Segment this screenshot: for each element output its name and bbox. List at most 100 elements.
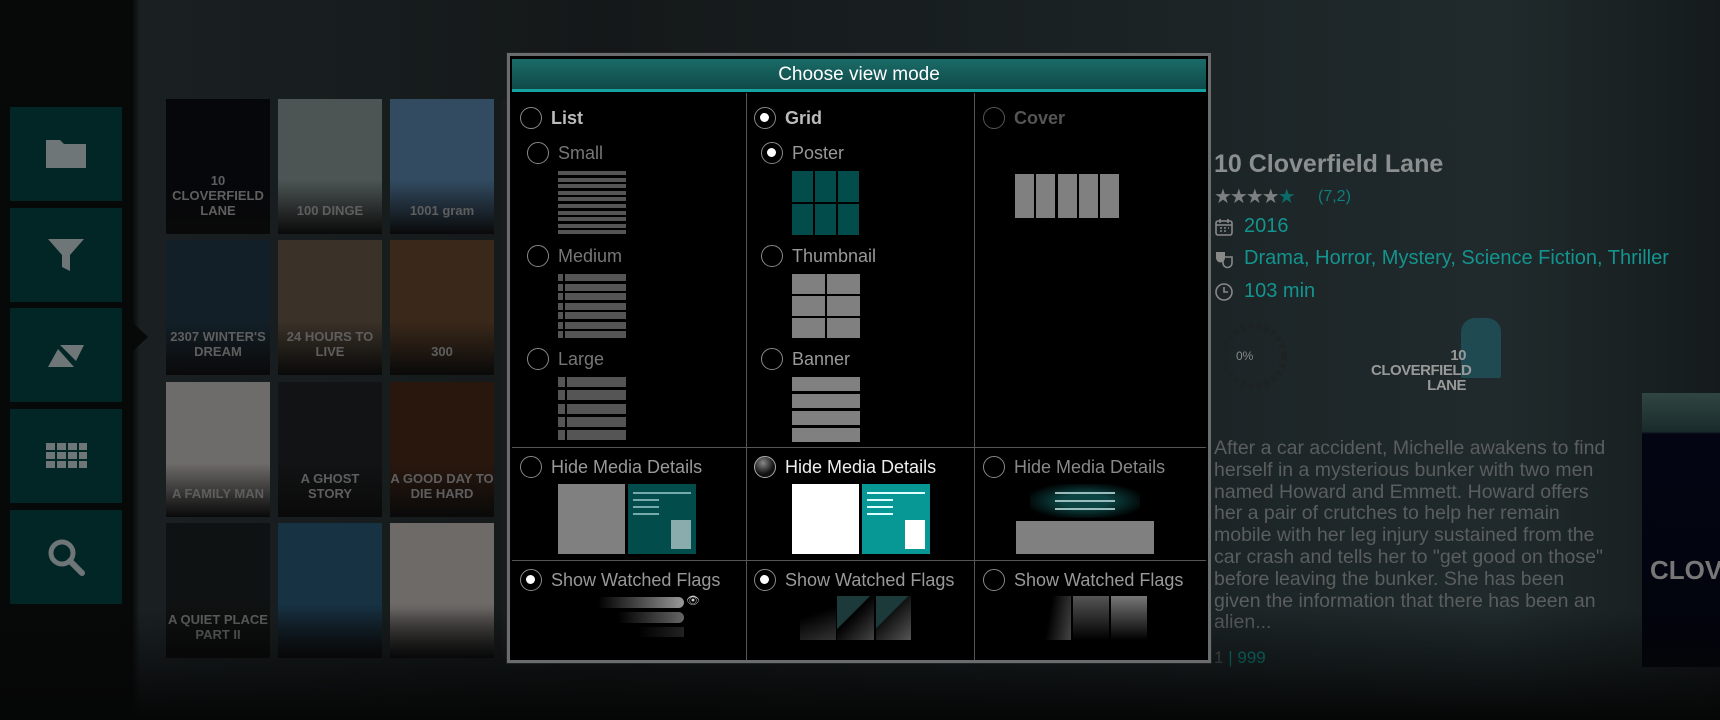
- grid-icon: [46, 443, 87, 468]
- preview-block: [792, 296, 825, 316]
- option-label: Poster: [792, 142, 845, 163]
- preview-block: [567, 430, 626, 441]
- eye-icon: 👁: [686, 595, 700, 607]
- plot-text: After a car accident, Michelle awakens t…: [1214, 437, 1606, 633]
- option-list[interactable]: List: [520, 107, 583, 129]
- radio: [527, 245, 549, 267]
- preview-block: [558, 217, 626, 222]
- option-label: Medium: [558, 245, 623, 266]
- cover-watched-preview-icon: [1015, 596, 1155, 644]
- poster-item[interactable]: 300: [390, 240, 494, 375]
- poster-title: A FAMILY MAN: [172, 486, 264, 501]
- list-large-preview-icon: [558, 377, 626, 442]
- search-icon: [48, 539, 85, 576]
- option-list-hide-media-details[interactable]: Hide Media Details: [520, 456, 702, 478]
- poster-item[interactable]: 2307 WINTER'S DREAM: [166, 240, 270, 375]
- option-grid-poster[interactable]: Poster: [761, 142, 844, 164]
- preview-block: [838, 204, 859, 235]
- preview-block: [558, 230, 626, 235]
- option-list-large[interactable]: Large: [527, 348, 604, 370]
- preview-block: [567, 390, 626, 401]
- sidebar-item-browse[interactable]: [10, 107, 122, 201]
- preview-block: [815, 204, 836, 235]
- preview-block: [567, 403, 626, 414]
- radio: [527, 348, 549, 370]
- radio: [983, 456, 1005, 478]
- preview-block: [792, 171, 813, 202]
- preview-block: [558, 204, 626, 208]
- progress-ring: [1221, 323, 1287, 389]
- star-rating: ★★★★★: [1214, 186, 1296, 208]
- option-grid-banner[interactable]: Banner: [761, 348, 850, 370]
- sidebar-item-search[interactable]: [10, 510, 122, 604]
- list-details-preview-icon: [558, 484, 698, 556]
- option-label: List: [551, 107, 584, 128]
- preview-block: [565, 312, 626, 319]
- divider: [974, 93, 975, 660]
- radio: [520, 456, 542, 478]
- poster-title: A GOOD DAY TO DIE HARD: [390, 471, 494, 501]
- year-row: 2016: [1214, 215, 1289, 238]
- option-grid-hide-media-details[interactable]: Hide Media Details: [754, 456, 936, 478]
- option-label: Grid: [785, 107, 823, 128]
- option-grid-show-watched-flags[interactable]: Show Watched Flags: [754, 569, 954, 591]
- grid-details-preview-icon: [792, 484, 932, 556]
- list-small-preview-icon: [558, 171, 626, 236]
- poster-title: 1001 gram: [409, 203, 475, 218]
- radio-selected: [520, 569, 542, 591]
- media-title: 10 Cloverfield Lane: [1214, 150, 1444, 178]
- preview-block: [1100, 174, 1120, 218]
- option-grid[interactable]: Grid: [754, 107, 822, 129]
- preview-block: [558, 416, 565, 427]
- preview-block: [558, 377, 565, 387]
- preview-block: [565, 302, 626, 310]
- poster-item[interactable]: A FAMILY MAN: [166, 382, 270, 517]
- radio-selected: [754, 569, 776, 591]
- preview-block: [558, 190, 626, 195]
- poster-item[interactable]: A GHOST STORY: [278, 382, 382, 517]
- option-label: Hide Media Details: [1014, 456, 1166, 477]
- poster-item[interactable]: 10 CLOVERFIELD LANE: [166, 99, 270, 234]
- dialog-title: Choose view mode: [512, 59, 1206, 92]
- poster-title: 2307 WINTER'S DREAM: [170, 329, 266, 359]
- grid-thumbnail-preview-icon: [792, 274, 860, 339]
- poster-item[interactable]: 1001 gram: [390, 99, 494, 234]
- preview-block: [838, 171, 859, 202]
- preview-block: [565, 283, 626, 291]
- poster-title: 300: [431, 344, 453, 359]
- preview-block: [1036, 174, 1056, 218]
- option-cover[interactable]: Cover: [983, 107, 1065, 129]
- option-label: Small: [558, 142, 604, 163]
- preview-block: [558, 171, 626, 175]
- preview-block: [558, 302, 563, 310]
- option-cover-show-watched-flags[interactable]: Show Watched Flags: [983, 569, 1183, 591]
- preview-block: [558, 312, 563, 319]
- option-list-show-watched-flags[interactable]: Show Watched Flags: [520, 569, 720, 591]
- option-cover-hide-media-details[interactable]: Hide Media Details: [983, 456, 1165, 478]
- preview-block: [558, 274, 563, 281]
- option-label: Banner: [792, 348, 851, 369]
- radio-selected: [761, 142, 783, 164]
- sidebar-item-sort[interactable]: [10, 308, 122, 402]
- preview-block: [558, 331, 563, 338]
- preview-block: [792, 428, 860, 442]
- preview-block: [558, 223, 626, 228]
- preview-block: [558, 430, 565, 441]
- sidebar-item-viewtype[interactable]: [10, 409, 122, 503]
- poster-item[interactable]: 100 DINGE: [278, 99, 382, 234]
- option-list-small[interactable]: Small: [527, 142, 603, 164]
- preview-block: [567, 377, 626, 387]
- option-list-medium[interactable]: Medium: [527, 245, 622, 267]
- radio: [761, 245, 783, 267]
- preview-block: [558, 293, 563, 300]
- radio: [520, 107, 542, 129]
- option-grid-thumbnail[interactable]: Thumbnail: [761, 245, 876, 267]
- sidebar-item-filter[interactable]: [10, 208, 122, 302]
- preview-block: [565, 274, 626, 281]
- theater-masks-icon: [1216, 251, 1233, 268]
- year: 2016: [1244, 215, 1289, 237]
- radio: [983, 107, 1005, 129]
- poster-item[interactable]: 24 HOURS TO LIVE: [278, 240, 382, 375]
- duration-row: 103 min: [1214, 280, 1315, 303]
- poster-item[interactable]: A GOOD DAY TO DIE HARD: [390, 382, 494, 517]
